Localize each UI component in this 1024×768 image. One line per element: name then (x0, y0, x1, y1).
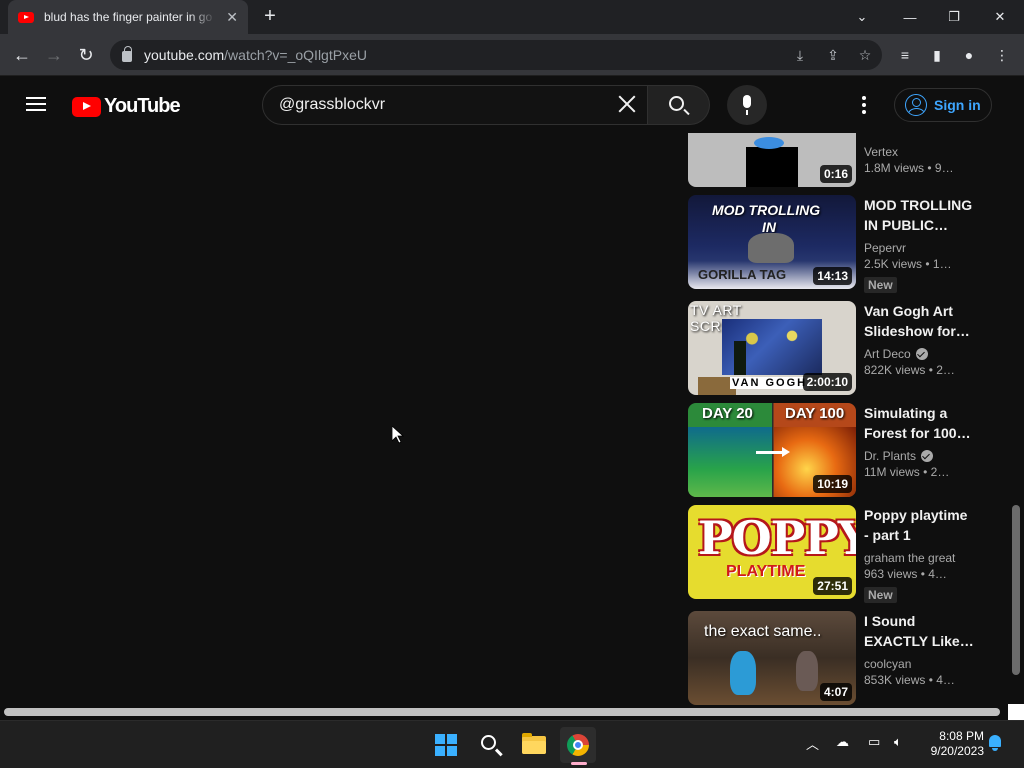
video-duration: 2:00:10 (802, 373, 852, 391)
video-stats: 822K views • 2… (864, 363, 955, 377)
account-icon (905, 94, 927, 116)
youtube-play-icon (72, 96, 101, 117)
video-duration: 10:19 (813, 475, 852, 493)
video-thumbnail[interactable]: TV ART SCREENSAVER VAN GOGH 2:00:10 (688, 301, 856, 395)
onedrive-icon[interactable]: ☁ (836, 734, 849, 750)
video-thumbnail[interactable]: DAY 20 DAY 100 10:19 (688, 403, 856, 497)
search-button[interactable] (648, 85, 710, 125)
search-input[interactable]: @grassblockvr (279, 96, 385, 114)
video-stats: 963 views • 4… (864, 567, 947, 581)
video-duration: 14:13 (813, 267, 852, 285)
mouse-cursor-icon (392, 426, 404, 444)
media-control-icon[interactable]: ≡ (896, 46, 914, 64)
tab-close-icon[interactable]: ✕ (226, 9, 238, 26)
video-title[interactable]: Poppy playtime - part 1 (864, 505, 974, 545)
voice-search-button[interactable] (727, 85, 767, 125)
tab-search-chevron-icon[interactable]: ⌄ (840, 0, 884, 34)
volume-muted-icon[interactable]: 🔈︎ (894, 734, 902, 750)
channel-name: graham the great (864, 551, 956, 565)
folder-icon (522, 733, 546, 754)
active-app-indicator (571, 762, 587, 765)
settings-more-icon[interactable] (862, 96, 866, 114)
profile-icon[interactable]: ● (960, 46, 978, 64)
share-icon[interactable]: ⇪ (825, 47, 841, 63)
browser-toolbar: ← → ↻ youtube.com/watch?v=_oQIlgtPxeU ⤓ … (0, 34, 1024, 76)
related-video-item[interactable]: 0:16 Vertex 1.8M views • 9… (688, 133, 978, 187)
tab-title: blud has the finger painter in go (44, 10, 213, 24)
clock-time: 8:08 PM (939, 729, 984, 743)
show-hidden-icons-chevron-icon[interactable]: ︿ (806, 734, 819, 753)
clear-search-icon[interactable] (615, 92, 639, 116)
browser-tab[interactable]: blud has the finger painter in go ✕ (8, 0, 248, 34)
video-title[interactable]: Simulating a Forest for 100… (864, 403, 974, 443)
verified-icon (915, 348, 928, 360)
url-text: youtube.com/watch?v=_oQIlgtPxeU (144, 47, 367, 63)
network-icon[interactable]: ▭ (868, 734, 880, 750)
youtube-header: YouTube @grassblockvr Sign in (0, 77, 1024, 133)
channel-name: Dr. Plants (864, 447, 974, 465)
windows-logo-icon (435, 734, 457, 756)
restore-button[interactable]: ❐ (932, 0, 976, 34)
reload-button[interactable]: ↻ (74, 43, 98, 67)
browser-tab-strip: blud has the finger painter in go ✕ + ⌄ … (0, 0, 1024, 34)
video-thumbnail[interactable]: 0:16 (688, 133, 856, 187)
new-badge: New (864, 277, 897, 293)
forward-button[interactable]: → (42, 43, 66, 67)
video-stats: 853K views • 4… (864, 673, 955, 687)
related-video-item[interactable]: the exact same.. 4:07 I Sound EXACTLY Li… (688, 611, 978, 705)
channel-name: coolcyan (864, 657, 912, 671)
search-box[interactable]: @grassblockvr (262, 85, 648, 125)
minimize-button[interactable]: — (888, 0, 932, 34)
video-stats: 2.5K views • 1… (864, 257, 952, 271)
new-badge: New (864, 587, 897, 603)
bookmark-star-icon[interactable]: ☆ (857, 47, 873, 63)
install-app-icon[interactable]: ⤓ (792, 47, 808, 63)
video-duration: 4:07 (819, 683, 852, 701)
video-thumbnail[interactable]: POPPY PLAYTIME 27:51 (688, 505, 856, 599)
chrome-icon (567, 734, 589, 756)
search-icon (481, 735, 496, 750)
browser-menu-icon[interactable]: ⋮ (993, 46, 1011, 64)
sign-in-button[interactable]: Sign in (894, 88, 992, 122)
vertical-scrollbar[interactable] (1012, 505, 1020, 675)
video-stats: 11M views • 2… (864, 465, 950, 479)
video-thumbnail[interactable]: MOD TROLLING IN GORILLA TAG 14:13 (688, 195, 856, 289)
start-button[interactable] (428, 727, 464, 763)
taskbar-search-button[interactable] (472, 727, 508, 763)
channel-name: Pepervr (864, 241, 907, 255)
lock-icon[interactable] (122, 46, 132, 62)
video-duration: 0:16 (819, 165, 852, 183)
chrome-taskbar-button[interactable] (560, 727, 596, 763)
related-video-item[interactable]: DAY 20 DAY 100 10:19 Simulating a Forest… (688, 403, 978, 497)
side-panel-icon[interactable]: ▮ (928, 46, 946, 64)
youtube-logo[interactable]: YouTube (72, 95, 181, 118)
youtube-favicon-icon (18, 11, 34, 23)
clock-date: 9/20/2023 (930, 744, 984, 758)
new-tab-button[interactable]: + (260, 6, 280, 26)
address-bar[interactable]: youtube.com/watch?v=_oQIlgtPxeU (110, 40, 882, 70)
search-icon (669, 96, 684, 111)
video-title[interactable]: I Sound EXACTLY Like… (864, 611, 974, 651)
scroll-corner (1008, 704, 1024, 720)
verified-icon (921, 450, 934, 462)
guide-menu-icon[interactable] (26, 97, 46, 111)
system-clock[interactable]: 8:08 PM 9/20/2023 (920, 729, 984, 759)
related-video-item[interactable]: POPPY PLAYTIME 27:51 Poppy playtime - pa… (688, 505, 978, 603)
close-window-button[interactable]: ✕ (978, 0, 1022, 34)
horizontal-scrollbar[interactable] (4, 708, 1000, 716)
related-video-item[interactable]: MOD TROLLING IN GORILLA TAG 14:13 MOD TR… (688, 195, 978, 293)
related-video-item[interactable]: TV ART SCREENSAVER VAN GOGH 2:00:10 Van … (688, 301, 978, 395)
back-button[interactable]: ← (10, 43, 34, 67)
video-stats: 1.8M views • 9… (864, 161, 954, 175)
video-duration: 27:51 (813, 577, 852, 595)
video-thumbnail[interactable]: the exact same.. 4:07 (688, 611, 856, 705)
video-title[interactable]: MOD TROLLING IN PUBLIC… (864, 195, 974, 235)
video-title[interactable]: Van Gogh Art Slideshow for… (864, 301, 974, 341)
related-videos-list: 0:16 Vertex 1.8M views • 9… MOD TROLLING… (688, 133, 978, 705)
notification-bell-icon[interactable] (988, 735, 1002, 751)
channel-name: Vertex (864, 145, 899, 159)
channel-name: Art Deco (864, 345, 974, 363)
file-explorer-button[interactable] (516, 727, 552, 763)
